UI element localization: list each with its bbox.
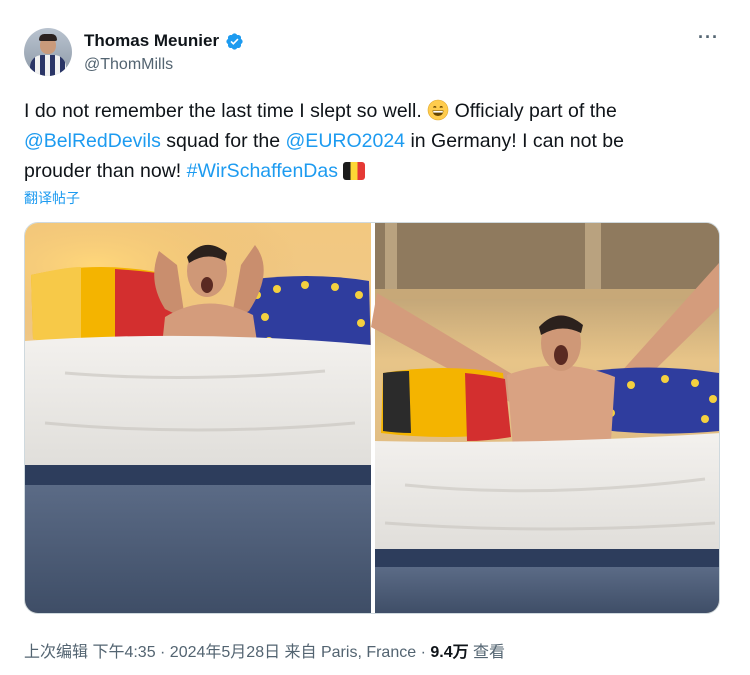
mention-belreddevils-link[interactable]: @BelRedDevils — [24, 130, 161, 152]
media-grid — [24, 222, 720, 614]
tweet-text-part: squad for the — [160, 130, 286, 152]
mention-euro2024-link[interactable]: @EURO2024 — [286, 130, 406, 152]
tweet-text-part: Officialy part of the — [449, 100, 617, 122]
belgium-flag-emoji — [343, 162, 366, 180]
views-label: 查看 — [468, 644, 506, 661]
photo-right[interactable] — [371, 223, 720, 614]
views-count[interactable]: 9.4万 — [430, 644, 468, 661]
avatar[interactable] — [24, 28, 72, 76]
timestamp-location[interactable]: 上次编辑 下午4:35 · 2024年5月28日 来自 Paris, Franc… — [24, 644, 430, 661]
author-name[interactable]: Thomas Meunier — [84, 31, 219, 51]
photo-left[interactable] — [25, 223, 371, 614]
tweet-text: I do not remember the last time I slept … — [24, 96, 724, 186]
tweet-meta: 上次编辑 下午4:35 · 2024年5月28日 来自 Paris, Franc… — [24, 638, 505, 662]
translate-post-link[interactable]: 翻译帖子 — [24, 188, 80, 208]
more-icon[interactable]: ··· — [698, 28, 719, 46]
tweet-text-part: in Germany! I can not be — [405, 130, 624, 152]
tweet-text-part: prouder than now! — [24, 160, 187, 182]
author-row: Thomas Meunier — [84, 31, 244, 51]
author-handle[interactable]: @ThomMills — [84, 56, 173, 74]
grinning-face-emoji — [427, 99, 449, 121]
hashtag-link[interactable]: #WirSchaffenDas — [187, 160, 338, 182]
verified-badge-icon — [226, 32, 243, 50]
tweet-text-part: I do not remember the last time I slept … — [24, 100, 428, 122]
